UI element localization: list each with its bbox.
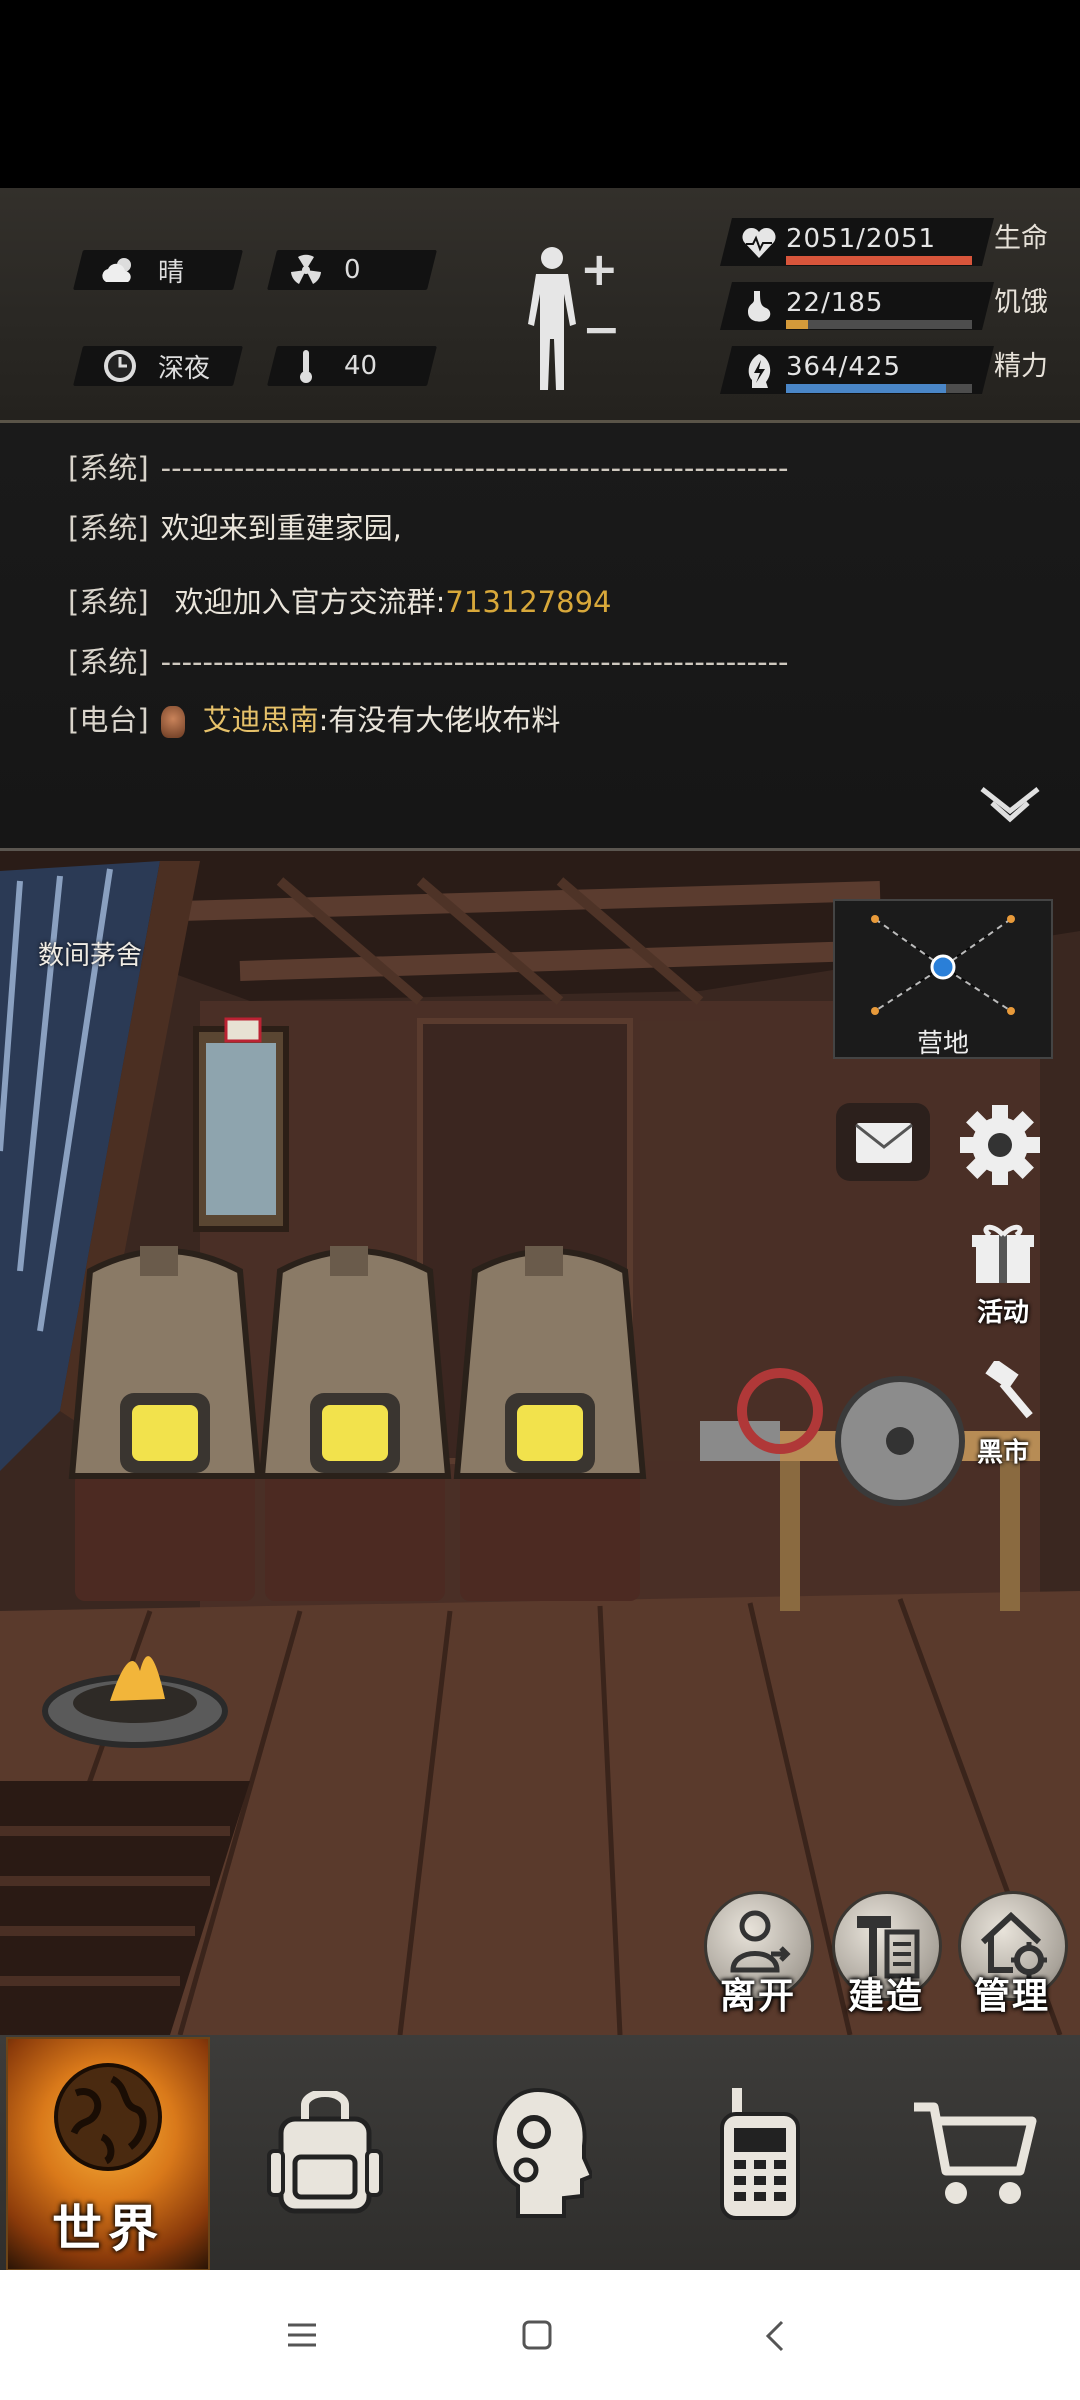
time-label: 深夜 — [158, 353, 211, 384]
log-line: [系统] ------------------------------------… — [68, 645, 789, 679]
cloud-sun-icon — [100, 252, 140, 288]
radiation-value: 0 — [344, 255, 361, 285]
weather-label: 晴 — [158, 257, 185, 288]
backpack-icon — [267, 2090, 383, 2213]
temperature-pill: 40 — [267, 346, 437, 386]
back-icon[interactable] — [764, 2320, 786, 2352]
group-number[interactable]: 713127894 — [445, 585, 611, 619]
energy-value: 364/425 — [786, 352, 902, 382]
life-stat: 2051/2051 — [720, 218, 994, 266]
hunger-value: 22/185 — [786, 288, 884, 318]
hunger-bar — [786, 320, 972, 329]
system-nav-bar — [0, 2270, 1080, 2400]
globe-icon — [54, 2063, 162, 2171]
radiation-pill: 0 — [267, 250, 437, 290]
double-chevron-down-icon[interactable] — [978, 785, 1042, 827]
bottom-tab-bar: 世界 — [0, 2035, 1080, 2271]
log-line: [系统] ------------------------------------… — [68, 451, 789, 485]
hunger-stat: 22/185 — [720, 282, 994, 330]
gift-icon — [972, 1224, 1034, 1283]
status-panel: 晴 0 深夜 40 + − 2051/2051 生命 22/185 饥饿 364… — [0, 188, 1080, 423]
radio-icon — [720, 2087, 800, 2220]
mail-icon — [855, 1123, 913, 1163]
body-minus[interactable]: − — [582, 302, 621, 356]
menu-icon[interactable] — [286, 2322, 318, 2348]
camp-minimap[interactable]: 营地 — [833, 899, 1053, 1059]
tab-shop[interactable] — [870, 2035, 1080, 2270]
body-status[interactable]: + − — [520, 242, 621, 394]
home-square-icon[interactable] — [522, 2320, 552, 2350]
minimap-label: 营地 — [916, 1029, 969, 1059]
stomach-icon — [748, 291, 771, 322]
energy-stat: 364/425 — [720, 346, 994, 394]
log-line: [系统] 欢迎来到重建家园, — [68, 511, 402, 545]
energy-label: 精力 — [994, 351, 1048, 382]
gear-icon — [960, 1105, 1040, 1185]
map-node-icon — [871, 915, 1015, 1015]
shopping-cart-icon — [914, 2102, 1037, 2204]
tab-backpack[interactable] — [220, 2035, 430, 2270]
gavel-icon — [985, 1358, 1033, 1419]
body-plus[interactable]: + — [580, 242, 619, 296]
tab-radio[interactable] — [655, 2035, 865, 2270]
manage-button[interactable]: 管理 — [956, 1891, 1068, 2031]
tab-skills[interactable] — [435, 2035, 645, 2270]
temperature-value: 40 — [344, 351, 378, 381]
weather-pill: 晴 — [73, 250, 243, 290]
log-line: [系统] 欢迎加入官方交流群:713127894 — [68, 585, 612, 619]
radio-avatar-icon — [160, 706, 185, 738]
message-log[interactable]: [系统] ------------------------------------… — [0, 423, 1080, 851]
life-label: 生命 — [994, 223, 1048, 254]
leave-button[interactable]: 离开 — [702, 1891, 814, 2031]
body-silhouette-icon — [528, 247, 576, 390]
room-scene: 数间茅舍 营地 活动 黑市 离开 建造 管理 — [0, 851, 1080, 2035]
settings-button[interactable] — [952, 1097, 1048, 1193]
heart-pulse-icon — [742, 227, 776, 258]
radiation-icon — [286, 252, 326, 288]
log-line: [电台] 艾迪思南:有没有大佬收布料 — [68, 703, 561, 738]
life-bar — [786, 256, 972, 265]
energy-icon — [748, 354, 771, 388]
thermometer-icon — [286, 348, 326, 384]
event-button[interactable]: 活动 — [958, 1221, 1048, 1329]
time-pill: 深夜 — [73, 346, 243, 386]
build-button[interactable]: 建造 — [830, 1891, 942, 2031]
mail-button[interactable] — [836, 1103, 930, 1181]
black-market-button[interactable]: 黑市 — [958, 1358, 1048, 1469]
player-name[interactable]: 艾迪思南 — [203, 703, 319, 737]
tab-world-label: 世界 — [52, 2200, 164, 2258]
tab-world[interactable]: 世界 — [6, 2037, 210, 2271]
energy-bar — [786, 384, 972, 393]
location-label: 数间茅舍 — [38, 941, 143, 971]
hunger-label: 饥饿 — [994, 287, 1048, 318]
life-value: 2051/2051 — [786, 224, 937, 254]
clock-icon — [100, 348, 140, 384]
brain-gear-icon — [492, 2087, 592, 2218]
